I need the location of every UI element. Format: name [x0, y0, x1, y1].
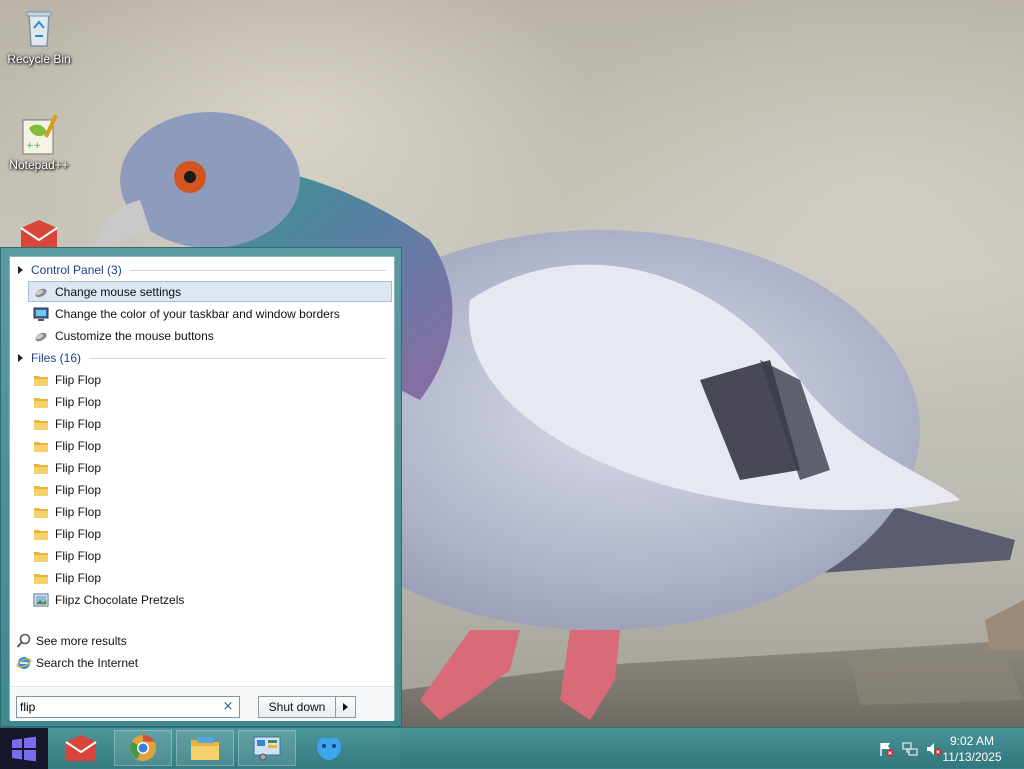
- clear-search-icon[interactable]: ×: [221, 699, 235, 715]
- shut-down-options-button[interactable]: [336, 696, 356, 718]
- result-file[interactable]: Flip Flop: [28, 523, 392, 544]
- chrome-app-icon: [130, 734, 156, 761]
- desktop-icon-label: Recycle Bin: [7, 52, 71, 66]
- taskbar-app-chrome[interactable]: [114, 730, 172, 766]
- shut-down-button[interactable]: Shut down: [258, 696, 336, 718]
- personalization-icon: [33, 306, 49, 322]
- desktop-icon-recycle-bin[interactable]: Recycle Bin: [0, 6, 78, 66]
- search-internet-label: Search the Internet: [36, 656, 139, 670]
- file-explorer-app-icon: [191, 737, 219, 760]
- search-box[interactable]: ×: [16, 696, 240, 718]
- expand-triangle-icon: [18, 266, 23, 274]
- result-label: Change the color of your taskbar and win…: [55, 306, 340, 321]
- taskbar-app-parallels[interactable]: [52, 730, 110, 766]
- action-center-flag-icon[interactable]: [878, 741, 894, 757]
- result-customize-mouse-buttons[interactable]: Customize the mouse buttons: [28, 325, 392, 346]
- search-icon: [16, 633, 32, 649]
- result-label: Flip Flop: [55, 570, 102, 585]
- result-label: Flip Flop: [55, 548, 102, 563]
- clock-date: 11/13/2025: [942, 750, 1002, 764]
- clock-time: 9:02 AM: [949, 734, 995, 748]
- finder-app-icon: [317, 737, 341, 760]
- internet-explorer-icon: [16, 655, 32, 671]
- parallels-app-icon: [65, 735, 97, 761]
- result-file[interactable]: Flipz Chocolate Pretzels: [28, 589, 392, 610]
- notepad-plus-plus-icon: ++: [17, 112, 61, 156]
- folder-icon: [33, 394, 49, 410]
- result-label: Flip Flop: [55, 438, 102, 453]
- desktop-icon-label: Notepad++: [9, 158, 69, 172]
- desktop-icon-notepad-plus-plus[interactable]: ++ Notepad++: [0, 112, 78, 172]
- result-label: Change mouse settings: [55, 284, 182, 299]
- result-file[interactable]: Flip Flop: [28, 435, 392, 456]
- result-label: Flip Flop: [55, 372, 102, 387]
- taskbar-clock[interactable]: 9:02 AM 11/13/2025: [932, 733, 1012, 765]
- folder-icon: [33, 372, 49, 388]
- svg-text:++: ++: [26, 141, 41, 151]
- result-file[interactable]: Flip Flop: [28, 391, 392, 412]
- result-change-taskbar-color[interactable]: Change the color of your taskbar and win…: [28, 303, 392, 324]
- search-internet-link[interactable]: Search the Internet: [16, 653, 138, 673]
- taskbar-app-control-panel[interactable]: [238, 730, 296, 766]
- result-label: Customize the mouse buttons: [55, 328, 214, 343]
- result-label: Flip Flop: [55, 482, 102, 497]
- result-change-mouse-settings[interactable]: Change mouse settings: [28, 281, 392, 302]
- search-row: × Shut down: [10, 686, 394, 721]
- folder-icon: [33, 460, 49, 476]
- folder-icon: [33, 438, 49, 454]
- folder-icon: [33, 416, 49, 432]
- result-file[interactable]: Flip Flop: [28, 479, 392, 500]
- result-label: Flip Flop: [55, 460, 102, 475]
- taskbar-app-file-explorer[interactable]: [176, 730, 234, 766]
- see-more-results-link[interactable]: See more results: [16, 631, 127, 651]
- result-label: Flip Flop: [55, 394, 102, 409]
- group-header-files[interactable]: Files (16): [18, 349, 386, 367]
- mouse-settings-icon: [33, 284, 49, 300]
- result-file[interactable]: Flip Flop: [28, 457, 392, 478]
- mouse-settings-icon: [33, 328, 49, 344]
- result-file[interactable]: Flip Flop: [28, 369, 392, 390]
- system-tray: 9:02 AM 11/13/2025: [864, 728, 1024, 769]
- control-panel-app-icon: [253, 736, 281, 761]
- see-more-label: See more results: [36, 634, 127, 648]
- result-label: Flipz Chocolate Pretzels: [55, 592, 185, 607]
- group-divider: [89, 357, 386, 359]
- recycle-bin-icon: [17, 6, 61, 50]
- taskbar: 9:02 AM 11/13/2025: [0, 727, 1024, 769]
- shut-down-label: Shut down: [268, 700, 326, 714]
- start-search-menu: Control Panel (3) Change mouse settings …: [0, 247, 402, 727]
- group-divider: [129, 269, 386, 271]
- desktop-icon-parallels[interactable]: [0, 218, 78, 248]
- folder-icon: [33, 570, 49, 586]
- result-label: Flip Flop: [55, 526, 102, 541]
- result-label: Flip Flop: [55, 416, 102, 431]
- folder-icon: [33, 548, 49, 564]
- image-file-icon: [33, 592, 49, 608]
- search-input[interactable]: [20, 699, 210, 715]
- folder-icon: [33, 526, 49, 542]
- windows-logo-icon: [12, 736, 36, 761]
- start-button[interactable]: [0, 728, 48, 769]
- folder-icon: [33, 482, 49, 498]
- folder-icon: [33, 504, 49, 520]
- expand-triangle-icon: [18, 354, 23, 362]
- chevron-right-icon: [343, 703, 348, 711]
- network-icon[interactable]: [902, 741, 918, 757]
- result-label: Flip Flop: [55, 504, 102, 519]
- group-title: Control Panel (3): [31, 263, 122, 277]
- result-file[interactable]: Flip Flop: [28, 567, 392, 588]
- group-header-control-panel[interactable]: Control Panel (3): [18, 261, 386, 279]
- search-results-panel: Control Panel (3) Change mouse settings …: [9, 256, 395, 721]
- taskbar-app-finder[interactable]: [300, 730, 358, 766]
- group-title: Files (16): [31, 351, 82, 365]
- result-file[interactable]: Flip Flop: [28, 413, 392, 434]
- result-file[interactable]: Flip Flop: [28, 501, 392, 522]
- result-file[interactable]: Flip Flop: [28, 545, 392, 566]
